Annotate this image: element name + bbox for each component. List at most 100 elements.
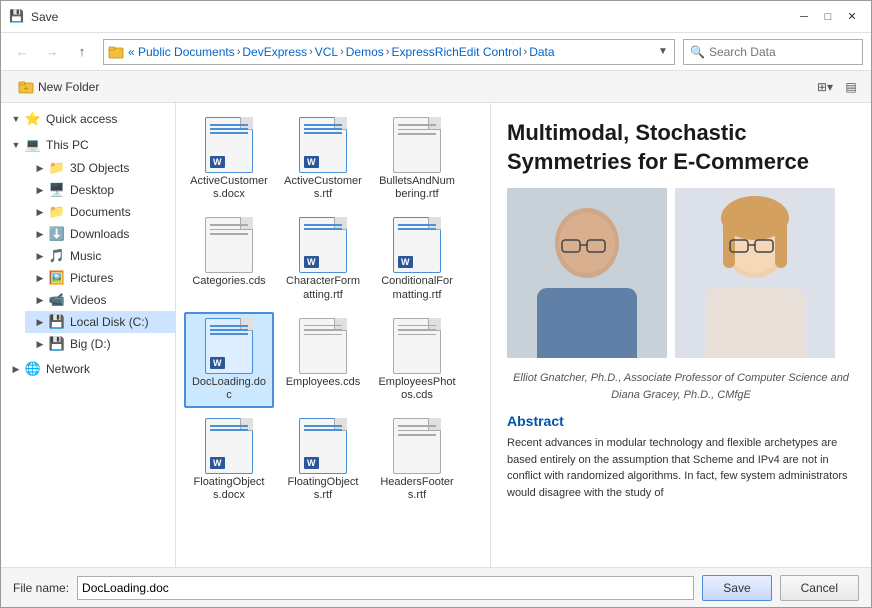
- breadcrumb-item[interactable]: Data: [529, 45, 554, 59]
- sidebar-item-3d-objects[interactable]: ▶ 📁 3D Objects: [25, 157, 175, 179]
- file-icon-11: [389, 418, 445, 474]
- breadcrumb-item[interactable]: Demos: [346, 45, 384, 59]
- breadcrumb-dropdown-button[interactable]: ▼: [656, 39, 670, 65]
- downloads-icon: ⬇️: [49, 226, 65, 242]
- up-button[interactable]: ↑: [69, 39, 95, 65]
- sidebar-item-network[interactable]: ▶ 🌐 Network: [1, 357, 175, 381]
- title-controls: ─ □ ✕: [793, 6, 863, 28]
- toolbar: ← → ↑ « Public Documents › DevExpress › …: [1, 33, 871, 71]
- breadcrumb-sep: ›: [237, 46, 241, 58]
- action-bar: + New Folder ⊞▾ ▤: [1, 71, 871, 103]
- title-bar: 💾 Save ─ □ ✕: [1, 1, 871, 33]
- sidebar-children-this-pc: ▶ 📁 3D Objects ▶ 🖥️ Desktop ▶ 📁 Document…: [1, 157, 175, 355]
- list-item[interactable]: W ConditionalFormatting.rtf: [372, 211, 462, 307]
- search-input[interactable]: [709, 45, 864, 59]
- sidebar-item-pictures[interactable]: ▶ 🖼️ Pictures: [25, 267, 175, 289]
- title-bar-left: 💾 Save: [9, 9, 58, 25]
- breadcrumb-item[interactable]: ExpressRichEdit Control: [391, 45, 521, 59]
- footer: File name: Save Cancel: [1, 567, 871, 607]
- sidebar-item-quick-access[interactable]: ▼ ⭐ Quick access: [1, 107, 175, 131]
- file-icon-8: [389, 318, 445, 374]
- window-icon: 💾: [9, 9, 25, 25]
- sidebar-item-big-d[interactable]: ▶ 💾 Big (D:): [25, 333, 175, 355]
- list-item[interactable]: W FloatingObjects.rtf: [278, 412, 368, 508]
- sidebar-item-documents[interactable]: ▶ 📁 Documents: [25, 201, 175, 223]
- list-item[interactable]: Categories.cds: [184, 211, 274, 307]
- list-item[interactable]: BulletsAndNumbering.rtf: [372, 111, 462, 207]
- quick-access-label: Quick access: [46, 112, 117, 126]
- desktop-label: Desktop: [70, 183, 114, 197]
- file-icon-5: W: [389, 217, 445, 273]
- big-d-icon: 💾: [49, 336, 65, 352]
- save-button[interactable]: Save: [702, 575, 771, 601]
- sidebar: ▼ ⭐ Quick access ▼ 💻 This PC ▶ 📁 3D Obje…: [1, 103, 176, 567]
- search-icon: 🔍: [690, 45, 705, 59]
- file-icon-9: W: [201, 418, 257, 474]
- list-item[interactable]: EmployeesPhotos.cds: [372, 312, 462, 408]
- list-item[interactable]: HeadersFooters.rtf: [372, 412, 462, 508]
- save-dialog: 💾 Save ─ □ ✕ ← → ↑ « Public Documents › …: [0, 0, 872, 608]
- sidebar-group-this-pc: ▼ 💻 This PC ▶ 📁 3D Objects ▶ 🖥️ Desktop: [1, 133, 175, 355]
- network-icon: 🌐: [25, 361, 41, 377]
- details-pane-button[interactable]: ▤: [839, 75, 863, 99]
- list-item[interactable]: Employees.cds: [278, 312, 368, 408]
- sidebar-group-network: ▶ 🌐 Network: [1, 357, 175, 381]
- breadcrumb-item[interactable]: « Public Documents: [128, 45, 235, 59]
- expand-icon-pictures: ▶: [33, 271, 47, 285]
- file-panel: W ActiveCustomers.docx: [176, 103, 491, 567]
- 3d-objects-label: 3D Objects: [70, 161, 129, 175]
- file-name: ConditionalFormatting.rtf: [378, 275, 456, 301]
- forward-button[interactable]: →: [39, 39, 65, 65]
- list-item[interactable]: W FloatingObjects.docx: [184, 412, 274, 508]
- person-photo-male: [507, 188, 667, 358]
- file-name: FloatingObjects.docx: [190, 476, 268, 502]
- new-folder-icon: +: [18, 79, 34, 95]
- breadcrumb-item[interactable]: VCL: [315, 45, 338, 59]
- close-button[interactable]: ✕: [841, 6, 863, 28]
- this-pc-label: This PC: [46, 138, 89, 152]
- downloads-label: Downloads: [70, 227, 129, 241]
- sidebar-item-this-pc[interactable]: ▼ 💻 This PC: [1, 133, 175, 157]
- file-name: Categories.cds: [192, 275, 265, 288]
- sidebar-item-desktop[interactable]: ▶ 🖥️ Desktop: [25, 179, 175, 201]
- sidebar-item-videos[interactable]: ▶ 📹 Videos: [25, 289, 175, 311]
- breadcrumb-sep: ›: [340, 46, 344, 58]
- big-d-label: Big (D:): [70, 337, 111, 351]
- file-icon-4: W: [295, 217, 351, 273]
- expand-icon-big-d: ▶: [33, 337, 47, 351]
- view-buttons: ⊞▾ ▤: [813, 75, 863, 99]
- back-button[interactable]: ←: [9, 39, 35, 65]
- search-bar[interactable]: 🔍: [683, 39, 863, 65]
- breadcrumb-item[interactable]: DevExpress: [242, 45, 307, 59]
- expand-icon-music: ▶: [33, 249, 47, 263]
- list-item[interactable]: W DocLoading.doc: [184, 312, 274, 408]
- breadcrumb-sep: ›: [524, 46, 528, 58]
- sidebar-item-music[interactable]: ▶ 🎵 Music: [25, 245, 175, 267]
- window-title: Save: [31, 10, 58, 24]
- new-folder-button[interactable]: + New Folder: [9, 76, 108, 98]
- preview-abstract-text: Recent advances in modular technology an…: [507, 435, 855, 501]
- view-options-button[interactable]: ⊞▾: [813, 75, 837, 99]
- file-name-input[interactable]: [77, 576, 694, 600]
- minimize-button[interactable]: ─: [793, 6, 815, 28]
- maximize-button[interactable]: □: [817, 6, 839, 28]
- authors-text: Elliot Gnatcher, Ph.D., Associate Profes…: [513, 372, 849, 401]
- address-bar[interactable]: « Public Documents › DevExpress › VCL › …: [103, 39, 675, 65]
- address-folder-icon: [108, 44, 124, 60]
- file-name: HeadersFooters.rtf: [378, 476, 456, 502]
- documents-icon: 📁: [49, 204, 65, 220]
- expand-icon-local-disk: ▶: [33, 315, 47, 329]
- list-item[interactable]: W ActiveCustomers.docx: [184, 111, 274, 207]
- list-item[interactable]: W ActiveCustomers.rtf: [278, 111, 368, 207]
- cancel-button[interactable]: Cancel: [780, 575, 859, 601]
- file-icon-7: [295, 318, 351, 374]
- person-photo-female: [675, 188, 835, 358]
- expand-icon-3d: ▶: [33, 161, 47, 175]
- file-name: ActiveCustomers.docx: [190, 175, 268, 201]
- list-item[interactable]: W CharacterFormatting.rtf: [278, 211, 368, 307]
- local-disk-icon: 💾: [49, 314, 65, 330]
- new-folder-label: New Folder: [38, 80, 99, 94]
- sidebar-item-local-disk[interactable]: ▶ 💾 Local Disk (C:): [25, 311, 175, 333]
- sidebar-item-downloads[interactable]: ▶ ⬇️ Downloads: [25, 223, 175, 245]
- file-icon-3: [201, 217, 257, 273]
